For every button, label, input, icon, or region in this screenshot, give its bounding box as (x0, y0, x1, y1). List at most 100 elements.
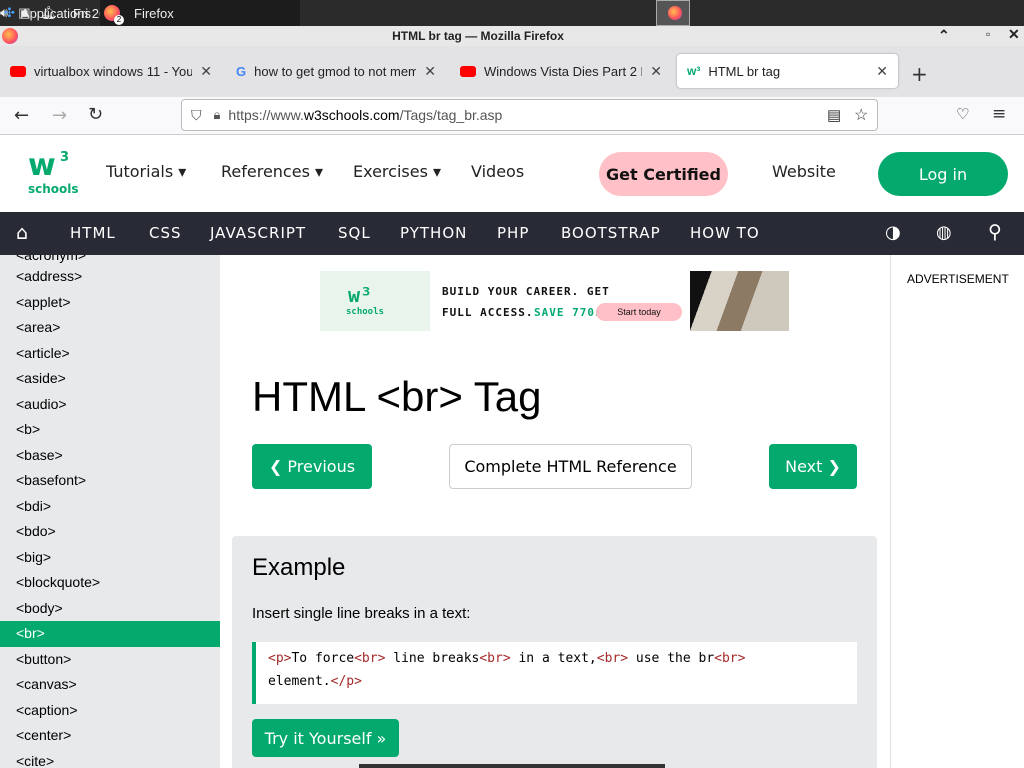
example-box: Example Insert single line breaks in a t… (232, 536, 877, 768)
applications-label: Applications (20, 5, 92, 21)
tab-html-br-tag[interactable]: w³ HTML br tag ✕ (677, 54, 898, 88)
tab-google-gmod[interactable]: G how to get gmod to not mem ✕ (226, 54, 446, 88)
sidebar-item[interactable]: <button> (0, 647, 220, 673)
caret-down-icon: ▾ (433, 162, 442, 181)
topics-nav: ⌂ HTML CSS JAVASCRIPT SQL PYTHON PHP BOO… (0, 212, 1024, 255)
w3schools-logo[interactable]: w 3 schools (28, 148, 79, 198)
close-tab-icon[interactable]: ✕ (200, 63, 212, 80)
sidebar-item[interactable]: <basefont> (0, 468, 220, 494)
sidebar-item[interactable]: <area> (0, 315, 220, 341)
complete-reference-button[interactable]: Complete HTML Reference (449, 444, 692, 489)
sidebar-item[interactable]: <center> (0, 723, 220, 749)
lock-icon[interactable]: 🔒︎ (214, 107, 221, 123)
topnav-css[interactable]: CSS (149, 224, 182, 242)
page-title: HTML <br> Tag (252, 373, 542, 420)
reader-view-icon[interactable]: ▤ (827, 106, 841, 124)
window-titlebar: HTML br tag — Mozilla Firefox ⌃ ▫ ✕ (0, 26, 1024, 46)
login-button[interactable]: Log in (878, 152, 1008, 196)
sidebar-item[interactable]: <base> (0, 443, 220, 469)
sidebar-item[interactable]: <bdi> (0, 494, 220, 520)
code-tag: <br> (596, 651, 629, 666)
ad-cta-button[interactable]: Start today (596, 303, 682, 321)
tab-youtube-vista[interactable]: Windows Vista Dies Part 2 F ✕ (450, 54, 672, 88)
references-menu[interactable]: References ▾ (221, 162, 323, 181)
sidebar-item[interactable]: <applet> (0, 290, 220, 316)
topnav-html[interactable]: HTML (70, 224, 116, 242)
pocket-icon[interactable]: ♡ (956, 105, 969, 123)
advertisement-label: ADVERTISEMENT (907, 272, 1009, 286)
code-tag: </p> (330, 674, 362, 689)
workspace-thumbnail[interactable] (656, 0, 690, 26)
home-icon[interactable]: ⌂ (16, 222, 29, 244)
sidebar-item[interactable]: <blockquote> (0, 570, 220, 596)
tab-label: virtualbox windows 11 - YouTube (34, 63, 193, 79)
sidebar-item[interactable]: <aside> (0, 366, 220, 392)
window-title: HTML br tag — Mozilla Firefox (392, 29, 564, 43)
career-ad-banner[interactable]: w³ schools BUILD YOUR CAREER. GET FULL A… (320, 271, 789, 331)
logo-mark: w (28, 148, 56, 183)
get-certified-button[interactable]: Get Certified (599, 152, 728, 196)
close-window-icon[interactable]: ✕ (1008, 26, 1020, 43)
tag-reference-sidebar: <acronym> <address> <applet> <area> <articl… (0, 255, 220, 768)
site-header: w 3 schools Tutorials ▾ References ▾ Exe… (0, 136, 1024, 212)
topnav-python[interactable]: PYTHON (400, 224, 467, 242)
close-tab-icon[interactable]: ✕ (876, 63, 888, 80)
shield-icon[interactable]: ⛉ (191, 107, 202, 124)
globe-icon[interactable]: ◍ (936, 222, 953, 243)
topnav-javascript[interactable]: JAVASCRIPT (210, 224, 306, 242)
topnav-php[interactable]: PHP (497, 224, 529, 242)
scrollbar-indicator[interactable] (359, 764, 665, 768)
sidebar-item[interactable]: <address> (0, 264, 220, 290)
tab-label: HTML br tag (708, 63, 781, 79)
new-tab-icon[interactable]: + (911, 62, 928, 86)
youtube-icon (10, 65, 26, 77)
sidebar-item[interactable]: <bdo> (0, 519, 220, 545)
videos-link[interactable]: Videos (471, 162, 524, 181)
sidebar-item[interactable]: <br> (0, 621, 220, 647)
website-link[interactable]: Website (772, 162, 836, 181)
search-icon[interactable]: ⚲ (988, 221, 1003, 243)
maximize-icon[interactable]: ▫ (986, 27, 990, 41)
minimize-icon[interactable]: ⌃ (938, 27, 950, 44)
sidebar-item[interactable]: <b> (0, 417, 220, 443)
sidebar-item[interactable]: <audio> (0, 392, 220, 418)
logo-text: schools (28, 182, 79, 196)
applications-menu[interactable]: ✣ Applications (0, 0, 100, 26)
tutorials-menu[interactable]: Tutorials ▾ (106, 162, 186, 181)
ad-line2-b: SAVE 770$ (534, 306, 603, 319)
hamburger-menu-icon[interactable]: ≡ (992, 104, 1006, 124)
next-button[interactable]: Next ❯ (769, 444, 857, 489)
code-text: line breaks (385, 651, 480, 666)
exercises-menu[interactable]: Exercises ▾ (353, 162, 441, 181)
url-bar[interactable]: ⛉ 🔒︎ https://www.w3schools.com/Tags/tag_… (181, 99, 878, 131)
previous-button[interactable]: ❮ Previous (252, 444, 372, 489)
bookmark-star-icon[interactable]: ☆ (854, 105, 868, 125)
right-ad-column: ADVERTISEMENT (890, 255, 1024, 768)
topnav-howto[interactable]: HOW TO (690, 224, 760, 242)
topnav-sql[interactable]: SQL (338, 224, 371, 242)
back-icon[interactable]: ← (14, 105, 29, 126)
firefox-label: Firefox (134, 5, 174, 21)
contrast-toggle-icon[interactable]: ◑ (885, 222, 902, 243)
close-tab-icon[interactable]: ✕ (424, 63, 436, 80)
sidebar-item[interactable]: <article> (0, 341, 220, 367)
close-tab-icon[interactable]: ✕ (650, 63, 662, 80)
tab-youtube-virtualbox[interactable]: virtualbox windows 11 - YouTube ✕ (0, 54, 222, 88)
code-example: <p>To force<br> line breaks<br> in a tex… (252, 642, 857, 704)
sidebar-item-partial[interactable]: <acronym> (0, 255, 220, 264)
url-path: /Tags/tag_br.asp (399, 107, 503, 123)
navigation-toolbar: ← → ↻ ⛉ 🔒︎ https://www.w3schools.com/Tag… (0, 97, 1024, 135)
forward-icon[interactable]: → (52, 105, 67, 126)
topnav-bootstrap[interactable]: BOOTSTRAP (561, 224, 661, 242)
code-line: <p>To force<br> line breaks<br> in a tex… (268, 647, 857, 670)
sidebar-item[interactable]: <body> (0, 596, 220, 622)
reload-icon[interactable]: ↻ (88, 104, 103, 125)
google-icon: G (236, 63, 247, 79)
sidebar-item[interactable]: <canvas> (0, 672, 220, 698)
sidebar-item[interactable]: <caption> (0, 698, 220, 724)
taskbar-firefox-window[interactable]: 2 Firefox (100, 0, 300, 26)
try-it-yourself-button[interactable]: Try it Yourself » (252, 719, 399, 757)
ad-logo-mark: w³ (348, 283, 373, 307)
sidebar-item[interactable]: <cite> (0, 749, 220, 768)
sidebar-item[interactable]: <big> (0, 545, 220, 571)
